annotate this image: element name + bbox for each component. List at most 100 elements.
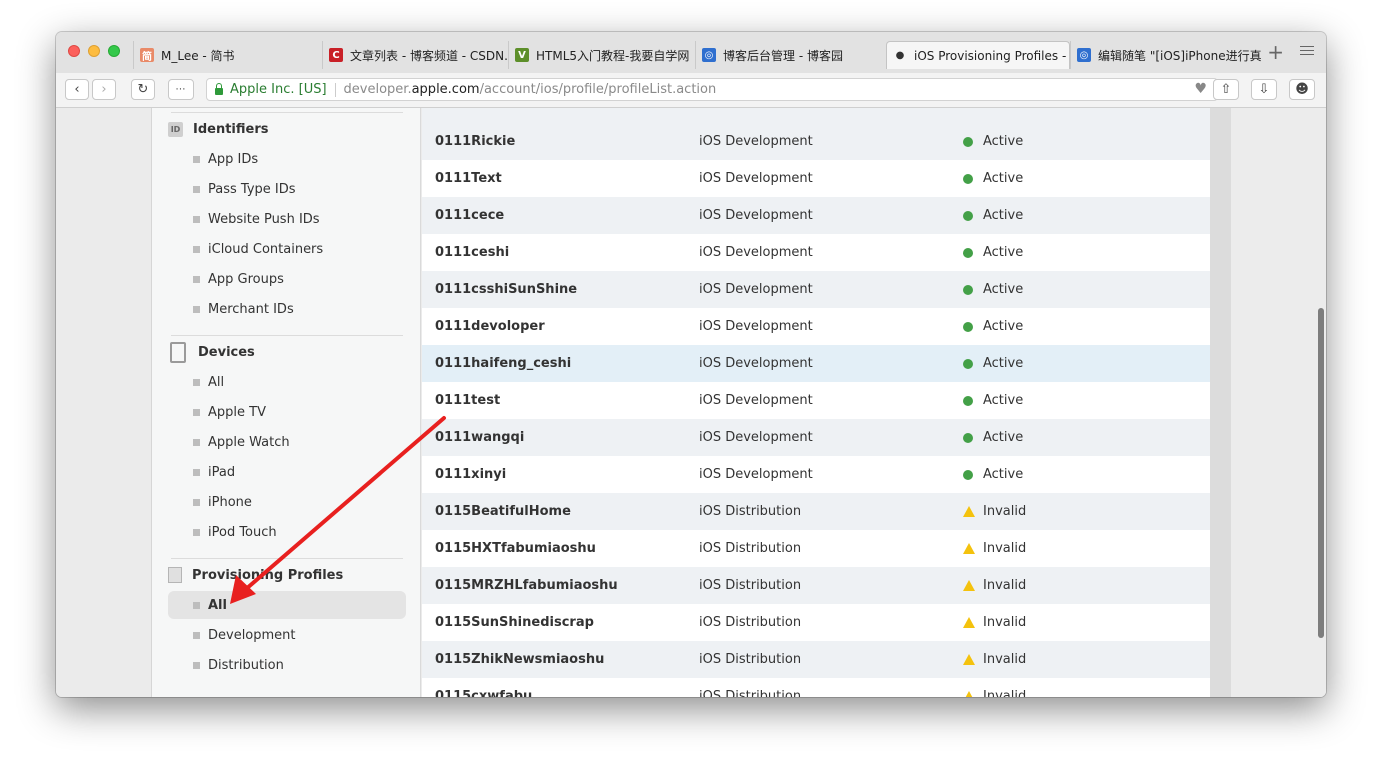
profile-type: iOS Development <box>699 282 813 297</box>
sidebar: ID Identifiers App IDs Pass Type IDs Websi… <box>151 108 421 697</box>
sidebar-item-website-push-ids[interactable]: Website Push IDs <box>168 205 406 233</box>
table-row[interactable]: 0111haifeng_ceshi iOS Development Active <box>422 345 1210 382</box>
heart-icon[interactable]: ♥ <box>1194 81 1207 97</box>
sidebar-item-app-ids[interactable]: App IDs <box>168 145 406 173</box>
table-row[interactable]: 0111test iOS Development Active <box>422 382 1210 419</box>
scrollbar-thumb[interactable] <box>1318 308 1324 638</box>
bullet-icon <box>193 631 200 639</box>
profiles-table: 0111Rickie iOS Development Active 0111Text i… <box>422 108 1210 697</box>
table-row[interactable]: 0115SunShinediscrap iOS Distribution Inval… <box>422 604 1210 641</box>
browser-tab[interactable]: V HTML5入门教程-我要自学网 <box>508 41 695 69</box>
sidebar-item-label: All <box>208 597 227 613</box>
forward-button[interactable]: › <box>92 79 116 100</box>
profile-status: Invalid <box>963 541 1026 556</box>
close-window-button[interactable] <box>68 45 80 57</box>
warning-icon <box>963 543 975 554</box>
bullet-icon <box>193 245 200 253</box>
status-label: Active <box>983 208 1024 223</box>
profile-type: iOS Distribution <box>699 652 802 667</box>
bullet-icon <box>193 468 200 476</box>
sidebar-item-all[interactable]: All <box>168 591 406 619</box>
browser-tab[interactable]: ◎ 编辑随笔 "[iOS]iPhone进行真 <box>1070 41 1265 69</box>
table-row[interactable]: 0115cxwfabu iOS Distribution Invalid <box>422 678 1210 697</box>
top-sites-button[interactable]: ⋯ <box>168 79 194 100</box>
section-title: Devices <box>198 344 255 360</box>
browser-tab[interactable]: ◎ 博客后台管理 - 博客园 <box>695 41 886 69</box>
profile-status: Active <box>963 245 1023 260</box>
sidebar-item-development[interactable]: Development <box>168 621 406 649</box>
share-button[interactable]: ⇧ <box>1213 79 1239 100</box>
tab-title: 编辑随笔 "[iOS]iPhone进行真 <box>1098 48 1262 63</box>
profile-type: iOS Development <box>699 319 813 334</box>
sidebar-item-ipod-touch[interactable]: iPod Touch <box>168 518 406 546</box>
status-active-icon <box>963 432 973 443</box>
tab-title: iOS Provisioning Profiles - Ap <box>914 48 1069 63</box>
table-row[interactable]: 0111wangqi iOS Development Active <box>422 419 1210 456</box>
reload-button[interactable]: ↻ <box>131 79 155 100</box>
sidebar-item-apple-watch[interactable]: Apple Watch <box>168 428 406 456</box>
profile-name: 0111Text <box>435 171 502 186</box>
tab-title: M_Lee - 简书 <box>161 48 235 63</box>
minimize-window-button[interactable] <box>88 45 100 57</box>
section-title: Provisioning Profiles <box>192 567 344 583</box>
table-row[interactable]: 0111devoloper iOS Development Active <box>422 308 1210 345</box>
table-row[interactable]: 0111Rickie iOS Development Active <box>422 123 1210 160</box>
table-row[interactable]: 0111xinyi iOS Development Active <box>422 456 1210 493</box>
table-row[interactable]: 0111csshiSunShine iOS Development Active <box>422 271 1210 308</box>
status-label: Invalid <box>983 504 1027 519</box>
sidebar-item-merchant-ids[interactable]: Merchant IDs <box>168 295 406 323</box>
tab-title: HTML5入门教程-我要自学网 <box>536 48 690 63</box>
status-label: Invalid <box>983 615 1027 630</box>
sidebar-item-icloud-containers[interactable]: iCloud Containers <box>168 235 406 263</box>
url-prefix: developer. <box>343 82 412 97</box>
sidebar-item-label: Website Push IDs <box>208 211 320 227</box>
table-row[interactable]: 0115BeatifulHome iOS Distribution Invalid <box>422 493 1210 530</box>
tab-overview-icon[interactable] <box>1300 46 1314 58</box>
browser-window: 简 M_Lee - 简书 C 文章列表 - 博客频道 - CSDN.N V HTML5入门… <box>56 32 1326 697</box>
browser-tab[interactable]: ● iOS Provisioning Profiles - Ap <box>886 41 1070 69</box>
status-active-icon <box>963 321 973 332</box>
sidebar-item-label: Distribution <box>208 657 284 673</box>
bullet-icon <box>193 275 200 283</box>
table-row[interactable] <box>422 108 1210 123</box>
table-row[interactable]: 0115ZhikNewsmiaoshu iOS Distribution Inval… <box>422 641 1210 678</box>
profile-name: 0111haifeng_ceshi <box>435 356 572 371</box>
status-label: Active <box>983 171 1024 186</box>
table-row[interactable]: 0111Text iOS Development Active <box>422 160 1210 197</box>
downloads-button[interactable]: ⇩ <box>1251 79 1277 100</box>
status-label: Active <box>983 393 1024 408</box>
sidebar-item-pass-type-ids[interactable]: Pass Type IDs <box>168 175 406 203</box>
identifiers-header: ID Identifiers <box>168 119 269 139</box>
bullet-icon <box>193 378 200 386</box>
sidebar-item-ipad[interactable]: iPad <box>168 458 406 486</box>
browser-tab[interactable]: C 文章列表 - 博客频道 - CSDN.N <box>322 41 508 69</box>
profile-status: Active <box>963 171 1023 186</box>
table-row[interactable]: 0115HXTfabumiaoshu iOS Distribution Invali… <box>422 530 1210 567</box>
tab-title: 文章列表 - 博客频道 - CSDN.N <box>350 48 508 63</box>
sidebar-item-label: App Groups <box>208 271 284 287</box>
download-icon: ⇩ <box>1258 82 1270 97</box>
profile-status: Invalid <box>963 504 1026 519</box>
table-row[interactable]: 0111cece iOS Development Active <box>422 197 1210 234</box>
profile-name: 0111xinyi <box>435 467 507 482</box>
back-button[interactable]: ‹ <box>65 79 89 100</box>
sidebar-item-iphone[interactable]: iPhone <box>168 488 406 516</box>
sidebar-item-app-groups[interactable]: App Groups <box>168 265 406 293</box>
profile-status: Active <box>963 319 1023 334</box>
sidebar-item-distribution[interactable]: Distribution <box>168 651 406 679</box>
profile-name: 0115MRZHLfabumiaoshu <box>435 578 618 593</box>
table-row[interactable]: 0111ceshi iOS Development Active <box>422 234 1210 271</box>
table-row[interactable]: 0115MRZHLfabumiaoshu iOS Distribution Inva… <box>422 567 1210 604</box>
account-button[interactable]: ☻ <box>1289 79 1315 100</box>
sidebar-item-apple-tv[interactable]: Apple TV <box>168 398 406 426</box>
address-bar[interactable]: Apple Inc. [US] developer. apple.com/acco… <box>206 78 1218 101</box>
sidebar-item-all[interactable]: All <box>168 368 406 396</box>
new-tab-button[interactable]: + <box>1267 42 1284 62</box>
profile-name: 0111csshiSunShine <box>435 282 578 297</box>
status-active-icon <box>963 247 973 258</box>
profile-name: 0115HXTfabumiaoshu <box>435 541 596 556</box>
browser-tab[interactable]: 简 M_Lee - 简书 <box>133 41 322 69</box>
profile-status: Active <box>963 134 1023 149</box>
maximize-window-button[interactable] <box>108 45 120 57</box>
profile-name: 0115cxwfabu <box>435 689 533 697</box>
